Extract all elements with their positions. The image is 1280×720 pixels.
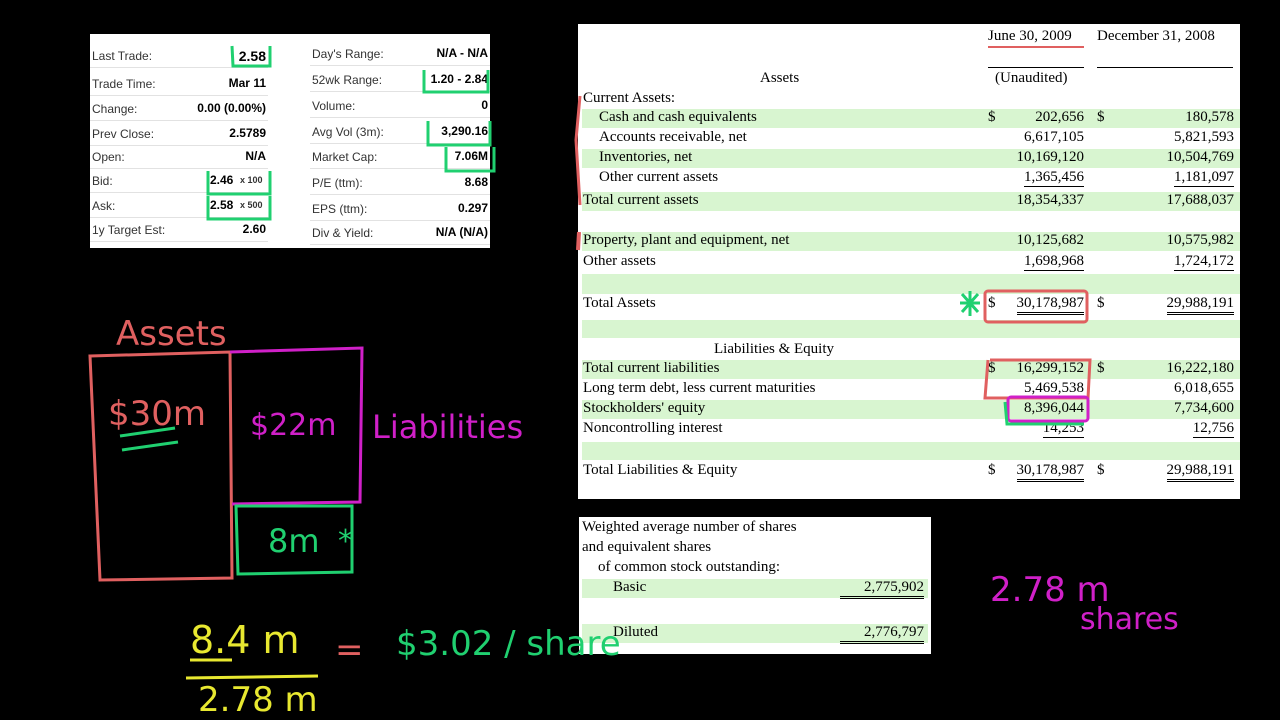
mktcap-bracket: [444, 147, 496, 173]
liabilities-handwriting: Liabilities: [372, 408, 524, 446]
range-bracket: [422, 70, 490, 94]
twentytwo-m-handwriting: $22m: [250, 408, 337, 443]
equity-star: *: [338, 524, 353, 559]
thirty-m-handwriting: $30m: [108, 394, 207, 434]
green-star-shape: [960, 291, 980, 316]
equals-handwriting: =: [335, 630, 364, 670]
equity-highlight: [1006, 395, 1090, 423]
assets-handwriting: Assets: [116, 314, 227, 354]
denominator-handwriting: 2.78 m: [198, 680, 318, 720]
current-assets-bracket: [574, 95, 582, 206]
liabilities-highlight: [983, 358, 1092, 400]
ask-bracket: [206, 196, 272, 221]
fraction-bar: [185, 674, 319, 680]
result-handwriting: $3.02 / share: [396, 624, 621, 664]
assets-box: [88, 350, 234, 582]
shares-word-handwriting: shares: [1080, 602, 1179, 637]
bid-bracket: [206, 171, 272, 196]
numerator-handwriting: 8.4 m: [190, 618, 300, 662]
eight-m-handwriting: 8m: [268, 522, 320, 560]
ppe-mark: [576, 231, 581, 251]
last-trade-bracket: [230, 45, 272, 68]
total-assets-highlight: [983, 289, 1089, 324]
avg-vol-bracket: [426, 121, 492, 147]
